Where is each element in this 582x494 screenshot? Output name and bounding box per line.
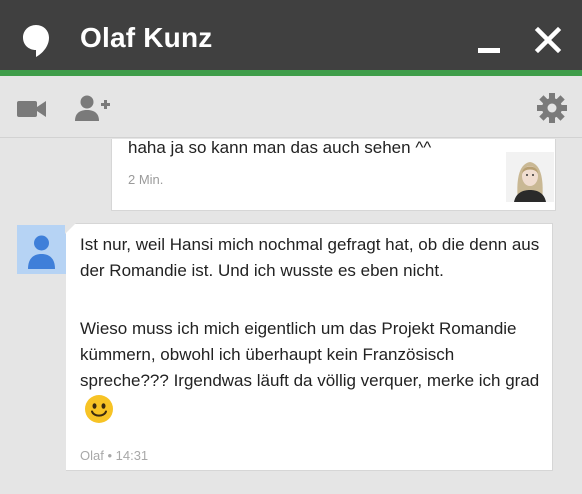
message-paragraph-with-emoji: Wieso muss ich mich eigentlich um das Pr… bbox=[80, 316, 542, 424]
chat-title: Olaf Kunz bbox=[80, 22, 213, 53]
contact-avatar bbox=[17, 225, 66, 274]
video-camera-icon[interactable] bbox=[16, 98, 48, 120]
message-text: haha ja so kann man das auch sehen ^^ bbox=[128, 139, 432, 157]
chat-toolbar bbox=[0, 76, 582, 138]
hangouts-bubble-icon bbox=[23, 25, 49, 57]
minimize-icon bbox=[478, 48, 500, 53]
minimize-button[interactable] bbox=[474, 20, 506, 56]
message-paragraph: Ist nur, weil Hansi mich nochmal gefragt… bbox=[80, 235, 540, 280]
gear-icon[interactable] bbox=[536, 92, 568, 124]
user-profile-photo bbox=[506, 152, 554, 202]
message-paragraph: Wieso muss ich mich eigentlich um das Pr… bbox=[80, 319, 540, 390]
chat-titlebar: Olaf Kunz bbox=[0, 0, 582, 76]
message-timestamp: 2 Min. bbox=[128, 172, 164, 187]
message-sender-timestamp: Olaf • 14:31 bbox=[80, 448, 149, 463]
message-list: haha ja so kann man das auch sehen ^^ 2 … bbox=[0, 139, 582, 494]
add-person-icon[interactable] bbox=[74, 94, 110, 122]
close-button[interactable] bbox=[532, 22, 564, 56]
message-incoming: Ist nur, weil Hansi mich nochmal gefragt… bbox=[65, 223, 553, 471]
bubble-tail bbox=[65, 223, 76, 234]
message-outgoing: haha ja so kann man das auch sehen ^^ 2 … bbox=[111, 139, 556, 211]
smiley-emoji-icon bbox=[85, 395, 113, 423]
